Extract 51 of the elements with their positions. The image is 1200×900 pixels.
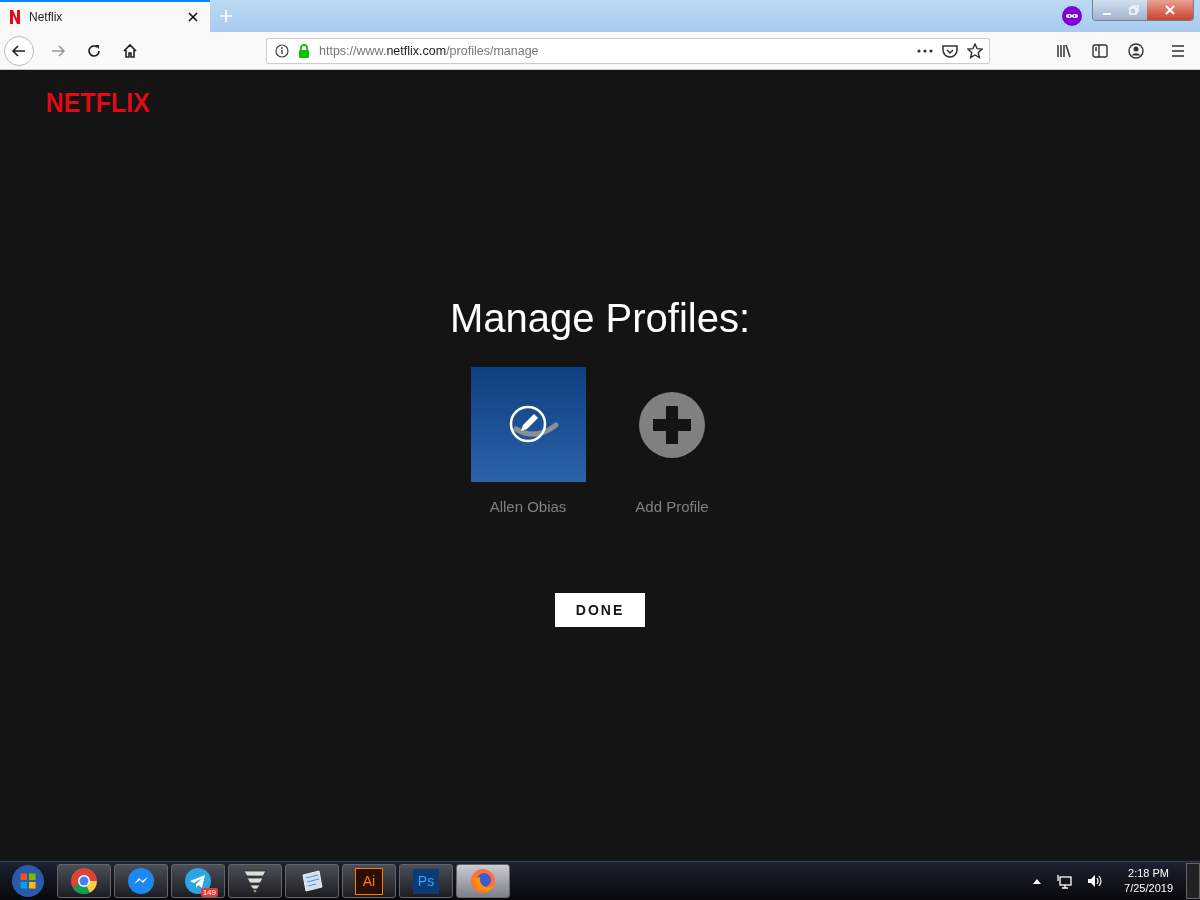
lock-icon xyxy=(298,43,310,58)
forward-icon[interactable] xyxy=(50,42,66,59)
url-text: https://www.netflix.com/profiles/manage xyxy=(319,43,539,58)
network-icon[interactable] xyxy=(1056,873,1073,889)
menu-icon[interactable] xyxy=(1170,42,1186,59)
taskbar-app[interactable] xyxy=(285,864,339,898)
more-icon[interactable] xyxy=(917,48,933,53)
photoshop-icon: Ps xyxy=(413,868,439,894)
chrome-icon xyxy=(70,867,98,895)
taskbar-app[interactable]: Ps xyxy=(399,864,453,898)
browser-tab[interactable]: Netflix xyxy=(0,0,210,32)
firefox-icon xyxy=(469,867,497,895)
account-icon[interactable] xyxy=(1128,42,1144,59)
back-button[interactable] xyxy=(4,35,34,66)
page-heading: Manage Profiles: xyxy=(449,296,751,341)
taskbar-app[interactable] xyxy=(228,864,282,898)
unread-badge: 149 xyxy=(200,888,218,897)
illustrator-icon: Ai xyxy=(355,867,383,895)
done-button[interactable]: DONE xyxy=(554,593,646,627)
avatar-icon xyxy=(470,367,586,482)
windows-logo-icon xyxy=(11,864,45,898)
sidebar-icon[interactable] xyxy=(1092,42,1108,59)
private-browsing-icon xyxy=(1062,6,1082,26)
add-icon xyxy=(639,391,705,458)
library-icon[interactable] xyxy=(1056,42,1072,59)
minimize-icon xyxy=(1101,13,1112,15)
profile-button[interactable]: Allen Obias xyxy=(470,367,586,515)
info-icon[interactable] xyxy=(275,43,289,58)
close-icon[interactable] xyxy=(188,12,198,22)
pocket-icon[interactable] xyxy=(942,43,958,58)
clock-date[interactable]: 7/25/2019 xyxy=(1124,881,1173,896)
clock-time[interactable]: 2:18 PM xyxy=(1128,866,1169,881)
star-icon[interactable] xyxy=(967,42,983,59)
reload-icon[interactable] xyxy=(86,42,102,59)
netflix-logo-icon xyxy=(10,10,20,24)
restore-icon xyxy=(1128,5,1139,15)
volume-icon[interactable] xyxy=(1087,873,1104,889)
show-hidden-icons-icon[interactable] xyxy=(1033,878,1042,884)
taskbar-app[interactable]: 149 xyxy=(171,864,225,898)
taskbar-app[interactable]: Ai xyxy=(342,864,396,898)
taskbar-app[interactable] xyxy=(57,864,111,898)
close-window-button[interactable] xyxy=(1147,0,1193,20)
close-icon xyxy=(1165,5,1175,15)
back-arrow-icon xyxy=(11,42,27,59)
add-profile-button[interactable]: Add Profile xyxy=(614,367,730,515)
netflix-logo[interactable]: NETFLIX xyxy=(46,86,151,119)
tornado-icon xyxy=(241,867,269,895)
address-bar[interactable]: https://www.netflix.com/profiles/manage xyxy=(266,37,990,64)
home-icon[interactable] xyxy=(122,42,138,59)
show-desktop-button[interactable] xyxy=(1186,863,1200,899)
messenger-icon xyxy=(127,867,155,895)
